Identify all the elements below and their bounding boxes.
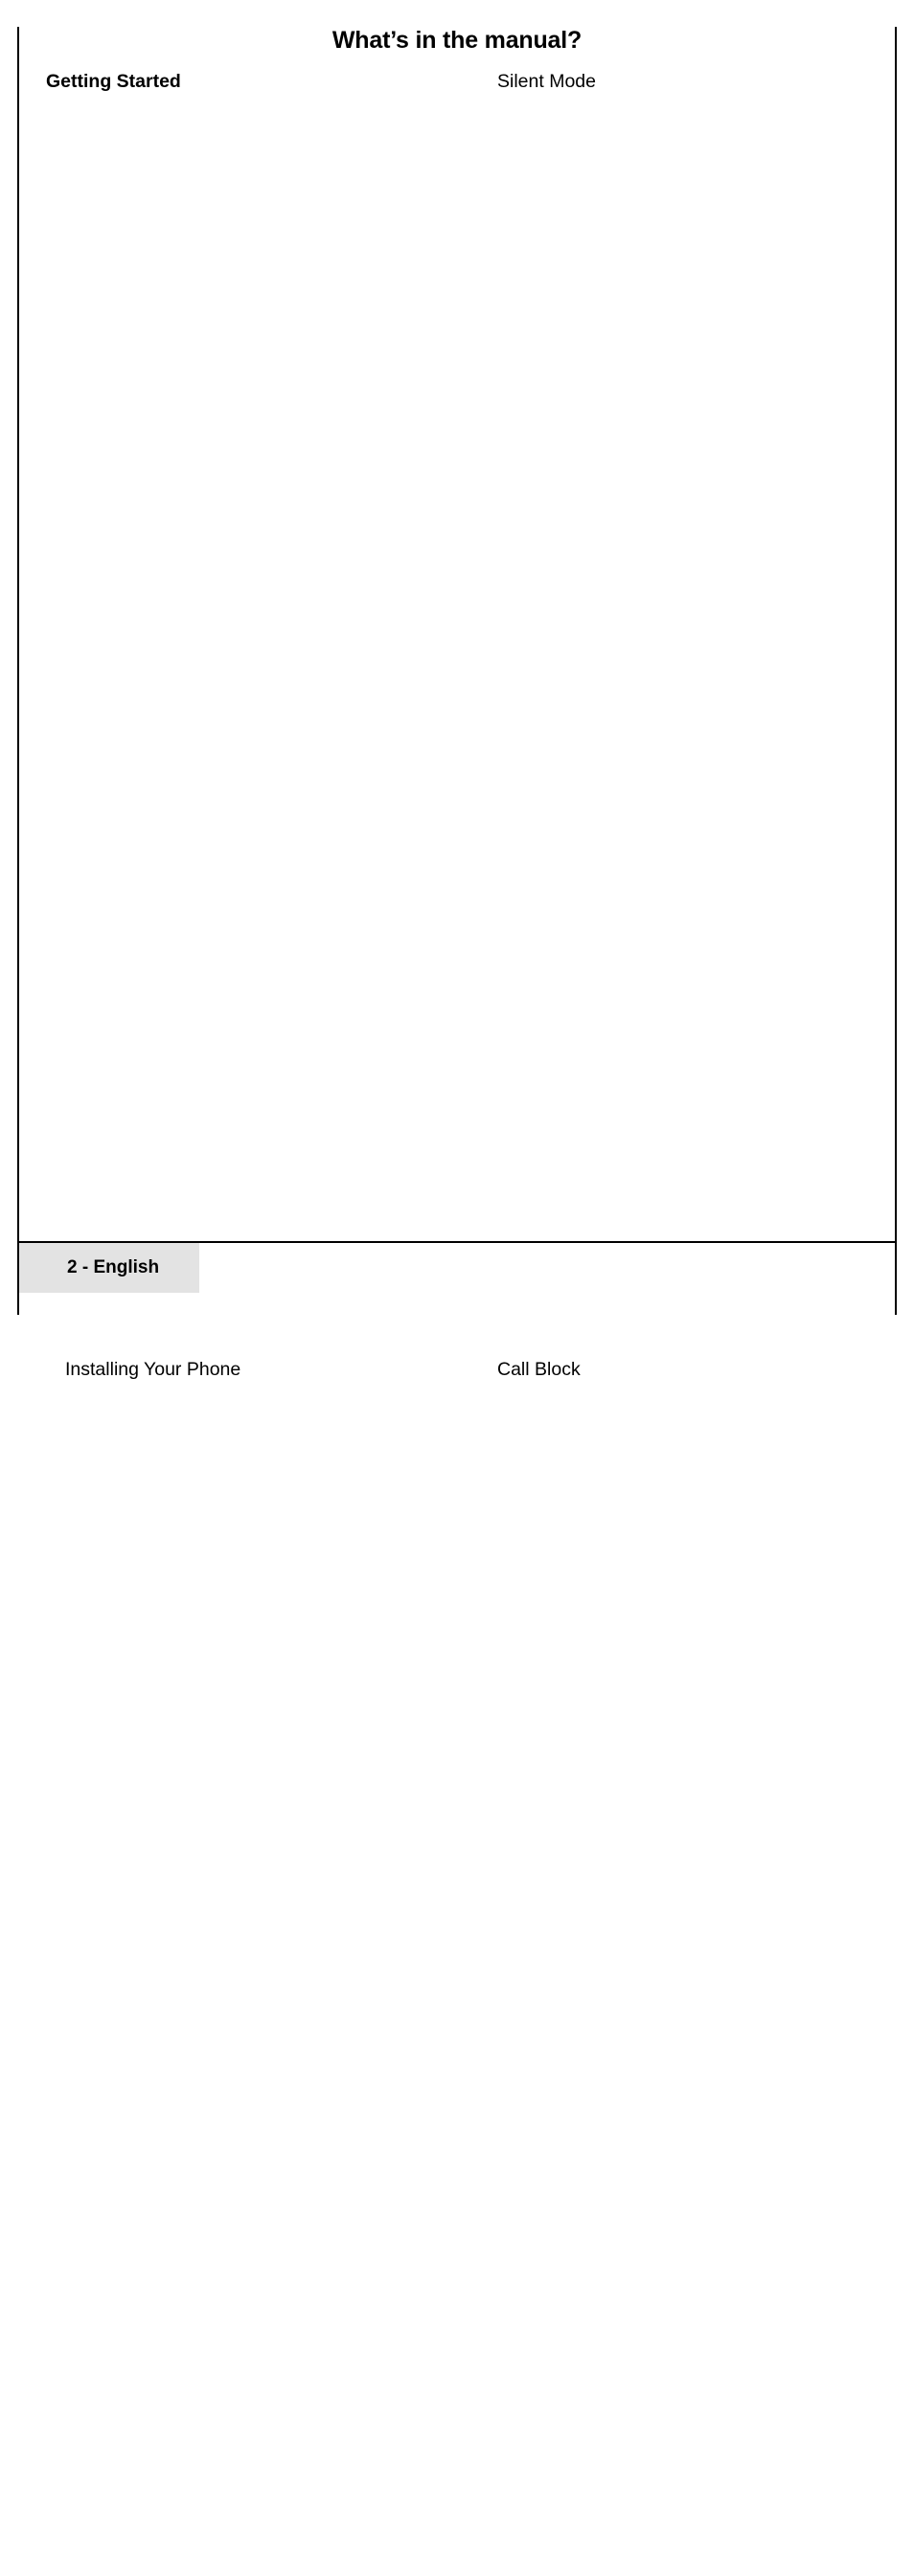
toc-entry-label: Getting Started: [46, 71, 181, 92]
toc-entry[interactable]: Getting Started.........................…: [46, 68, 436, 1356]
footer-page-label: 2 - English: [67, 1257, 160, 1277]
toc-entry-page: 16: [604, 68, 914, 1356]
toc-entry-page: 16: [588, 1356, 914, 2576]
toc-entry-label: Installing Your Phone: [65, 1359, 241, 1380]
toc-entry[interactable]: Installing Your Phone...................…: [46, 1356, 436, 2576]
manual-page: What’s in the manual? Getting Started...…: [0, 27, 914, 1380]
footer-page-tab: 2 - English: [19, 1243, 199, 1293]
toc-columns: Getting Started.........................…: [0, 68, 914, 2576]
left-margin-rule: [17, 27, 19, 1315]
toc-title: What’s in the manual?: [331, 27, 583, 54]
toc-left-column: Getting Started.........................…: [46, 68, 457, 2576]
